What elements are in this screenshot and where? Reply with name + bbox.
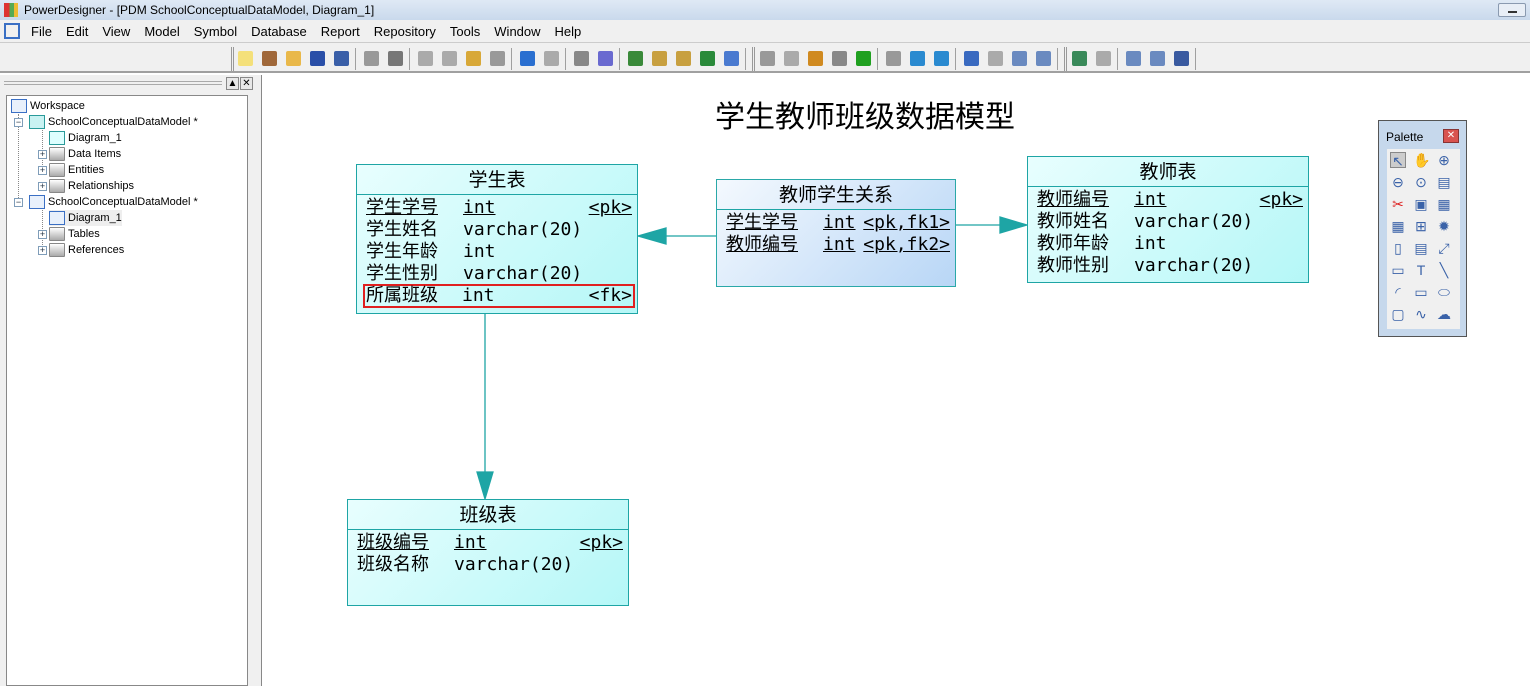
palette-close-button[interactable]: ✕ bbox=[1443, 129, 1459, 143]
palette-tools: ↖ ✋ ⊕ ⊖ ⊙ ▤ ✂ ▣ ▦ ▦ ⊞ ✹ ▯ ▤ ⤢ ▭ T ╲ ◜ ▭ ⬭ ▢ ∿ ☁ bbox=[1387, 149, 1460, 329]
table-teacher[interactable]: 教师表 教师编号 int <pk> 教师姓名 varchar(20) 教师年龄 int 教师性别… bbox=[1027, 156, 1309, 283]
column-name: 教师年龄 bbox=[1037, 233, 1109, 254]
column-name: 所属班级 bbox=[366, 285, 438, 306]
column-row[interactable]: 教师年龄 int bbox=[1028, 233, 1308, 255]
column-type: varchar(20) bbox=[1134, 211, 1254, 232]
diagram-title: 学生教师班级数据模型 bbox=[715, 100, 1015, 135]
arc-tool-icon[interactable]: ◜ bbox=[1390, 284, 1406, 300]
table-name: 教师表 bbox=[1028, 157, 1308, 187]
grabber-tool-icon[interactable]: ✋ bbox=[1413, 152, 1430, 168]
package-tool-icon[interactable]: ▣ bbox=[1413, 196, 1429, 212]
reference-tool-icon[interactable]: ⊞ bbox=[1413, 218, 1429, 234]
rounded-rectangle-tool-icon[interactable]: ▢ bbox=[1390, 306, 1406, 322]
table-name: 教师学生关系 bbox=[717, 180, 955, 210]
rectangle-tool-icon[interactable]: ▭ bbox=[1413, 284, 1429, 300]
column-type: int bbox=[1134, 189, 1167, 210]
column-name: 班级名称 bbox=[357, 554, 429, 575]
column-row[interactable]: 教师编号 int <pk> bbox=[1028, 189, 1308, 211]
line-tool-icon[interactable]: ╲ bbox=[1436, 262, 1452, 278]
column-key: <fk> bbox=[588, 285, 632, 306]
table-class[interactable]: 班级表 班级编号 int <pk> 班级名称 varchar(20) bbox=[347, 499, 629, 606]
view-tool-icon[interactable]: ▦ bbox=[1390, 218, 1406, 234]
column-type: varchar(20) bbox=[454, 554, 574, 575]
column-name: 学生年龄 bbox=[366, 241, 438, 262]
polyline-tool-icon[interactable]: ∿ bbox=[1413, 306, 1429, 322]
column-name: 教师姓名 bbox=[1037, 211, 1109, 232]
palette-window: Palette ✕ ↖ ✋ ⊕ ⊖ ⊙ ▤ ✂ ▣ ▦ ▦ ⊞ ✹ ▯ ▤ ⤢ ▭ T ╲ ◜ ▭ ⬭ ▢ ∿ ☁ bbox=[1378, 120, 1467, 337]
delete-tool-icon[interactable]: ✂ bbox=[1390, 196, 1406, 212]
text-note-tool-icon[interactable]: ▤ bbox=[1413, 240, 1429, 256]
column-type: int bbox=[1134, 233, 1167, 254]
file-tool-icon[interactable]: ▯ bbox=[1390, 240, 1406, 256]
zoom-in-tool-icon[interactable]: ⊕ bbox=[1436, 152, 1452, 168]
link-tool-icon[interactable]: ⤢ bbox=[1436, 240, 1452, 256]
column-type: varchar(20) bbox=[1134, 255, 1254, 276]
column-row[interactable]: 所属班级 int <fk> bbox=[363, 284, 635, 308]
table-name: 学生表 bbox=[357, 165, 637, 195]
table-tool-icon[interactable]: ▦ bbox=[1436, 196, 1452, 212]
column-row[interactable]: 班级编号 int <pk> bbox=[348, 532, 628, 554]
table-name: 班级表 bbox=[348, 500, 628, 530]
column-row[interactable]: 学生学号 int <pk> bbox=[357, 197, 637, 219]
column-row[interactable]: 教师编号 int <pk,fk2> bbox=[717, 234, 955, 256]
column-row[interactable]: 学生姓名 varchar(20) bbox=[357, 219, 637, 241]
column-type: int bbox=[462, 285, 495, 306]
text-tool-icon[interactable]: ▭ bbox=[1390, 262, 1406, 278]
title-tool-icon[interactable]: T bbox=[1413, 262, 1429, 278]
column-name: 学生性别 bbox=[366, 263, 438, 284]
column-name: 教师性别 bbox=[1037, 255, 1109, 276]
column-row[interactable]: 学生性别 varchar(20) bbox=[357, 263, 637, 285]
column-name: 教师编号 bbox=[726, 234, 798, 255]
column-key: <pk> bbox=[579, 532, 623, 553]
column-type: int bbox=[454, 532, 487, 553]
zoom-out-tool-icon[interactable]: ⊖ bbox=[1390, 174, 1406, 190]
column-name: 学生姓名 bbox=[366, 219, 438, 240]
column-name: 学生学号 bbox=[366, 197, 438, 218]
column-key: <pk> bbox=[588, 197, 632, 218]
column-row[interactable]: 班级名称 varchar(20) bbox=[348, 554, 628, 576]
column-name: 教师编号 bbox=[1037, 189, 1109, 210]
column-type: int bbox=[823, 212, 856, 233]
arrow-head bbox=[635, 227, 667, 245]
procedure-tool-icon[interactable]: ✹ bbox=[1436, 218, 1452, 234]
column-type: int bbox=[463, 197, 496, 218]
column-type: int bbox=[823, 234, 856, 255]
column-key: <pk> bbox=[1259, 189, 1303, 210]
polygon-tool-icon[interactable]: ☁ bbox=[1436, 306, 1452, 322]
column-row[interactable]: 教师姓名 varchar(20) bbox=[1028, 211, 1308, 233]
column-type: int bbox=[463, 241, 496, 262]
column-type: varchar(20) bbox=[463, 263, 583, 284]
column-row[interactable]: 学生学号 int <pk,fk1> bbox=[717, 212, 955, 234]
ellipse-tool-icon[interactable]: ⬭ bbox=[1436, 284, 1452, 300]
pointer-tool-icon[interactable]: ↖ bbox=[1390, 152, 1406, 169]
properties-tool-icon[interactable]: ▤ bbox=[1436, 174, 1452, 190]
column-row[interactable]: 教师性别 varchar(20) bbox=[1028, 255, 1308, 277]
column-key: <pk,fk1> bbox=[863, 212, 950, 233]
arrow-head bbox=[476, 471, 494, 502]
column-key: <pk,fk2> bbox=[863, 234, 950, 255]
column-type: varchar(20) bbox=[463, 219, 583, 240]
column-row[interactable]: 学生年龄 int bbox=[357, 241, 637, 263]
arrow-head bbox=[999, 216, 1030, 234]
column-name: 学生学号 bbox=[726, 212, 798, 233]
column-name: 班级编号 bbox=[357, 532, 429, 553]
open-package-tool-icon[interactable]: ⊙ bbox=[1413, 174, 1429, 190]
palette-title: Palette bbox=[1386, 130, 1424, 144]
table-student[interactable]: 学生表 学生学号 int <pk> 学生姓名 varchar(20) 学生年龄 int 学生性别… bbox=[356, 164, 638, 314]
table-teacher-student-relation[interactable]: 教师学生关系 学生学号 int <pk,fk1> 教师编号 int <pk,fk2> bbox=[716, 179, 956, 287]
